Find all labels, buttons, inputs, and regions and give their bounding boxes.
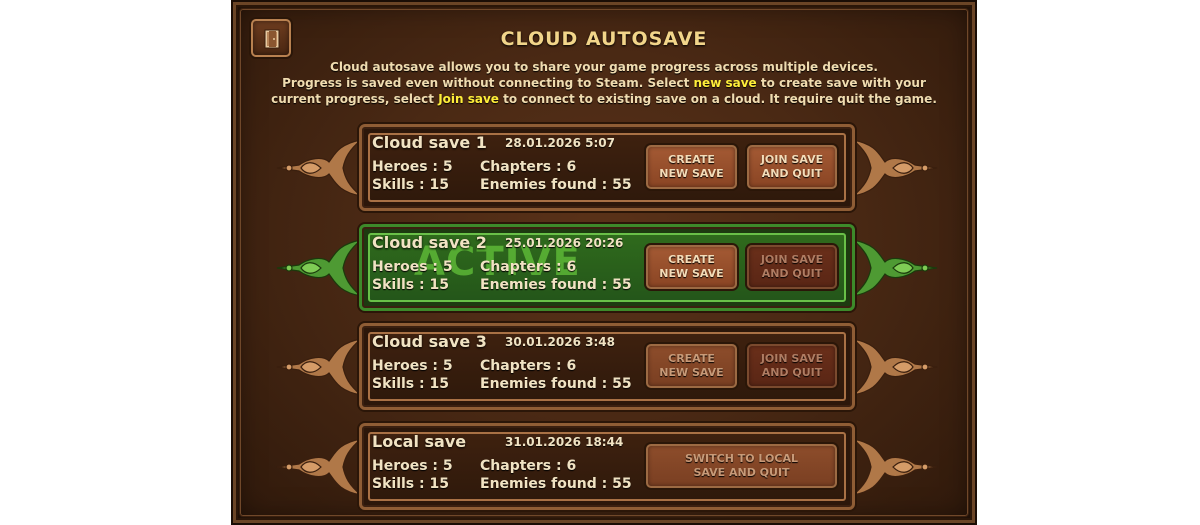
enemies-stat: Enemies found : 55 <box>480 476 632 492</box>
description-line-1: Cloud autosave allows you to share your … <box>330 60 878 74</box>
ornament-right-icon <box>850 438 938 496</box>
ornament-left-icon <box>276 139 364 197</box>
join-save-button[interactable]: JOIN SAVE AND QUIT <box>747 344 837 388</box>
join-save-highlight: Join save <box>438 92 499 106</box>
ornament-left-icon <box>276 338 364 396</box>
heroes-stat: Heroes : 5 <box>372 458 453 474</box>
chapters-stat: Chapters : 6 <box>480 358 577 374</box>
save-date: 25.01.2026 20:26 <box>505 236 624 250</box>
ornament-right-icon <box>850 338 938 396</box>
save-slot-3: Cloud save 3 30.01.2026 3:48 Heroes : 5 … <box>276 323 938 410</box>
new-save-highlight: new save <box>693 76 757 90</box>
save-name: Local save <box>372 432 467 451</box>
enemies-stat: Enemies found : 55 <box>480 177 632 193</box>
ornament-left-icon <box>276 239 364 297</box>
ornament-right-icon <box>850 239 938 297</box>
chapters-stat: Chapters : 6 <box>480 458 577 474</box>
chapters-stat: Chapters : 6 <box>480 159 577 175</box>
skills-stat: Skills : 15 <box>372 177 449 193</box>
create-new-save-button[interactable]: CREATE NEW SAVE <box>646 245 737 289</box>
join-save-button[interactable]: JOIN SAVE AND QUIT <box>747 145 837 189</box>
chapters-stat: Chapters : 6 <box>480 259 577 275</box>
save-date: 31.01.2026 18:44 <box>505 435 624 449</box>
save-slot-1: Cloud save 1 28.01.2026 5:07 Heroes : 5 … <box>276 124 938 211</box>
description-text: Cloud autosave allows you to share your … <box>253 59 955 107</box>
create-new-save-button[interactable]: CREATE NEW SAVE <box>646 145 737 189</box>
save-slot-2: ACTIVE Cloud save 2 25.01.2026 20:26 Her… <box>276 224 938 311</box>
page-title: CLOUD AUTOSAVE <box>500 28 708 50</box>
skills-stat: Skills : 15 <box>372 277 449 293</box>
cloud-autosave-panel: CLOUD AUTOSAVE Cloud autosave allows you… <box>231 0 977 525</box>
save-name: Cloud save 3 <box>372 332 487 351</box>
heroes-stat: Heroes : 5 <box>372 159 453 175</box>
description-line-2: Progress is saved even without connectin… <box>282 76 926 90</box>
skills-stat: Skills : 15 <box>372 376 449 392</box>
create-new-save-button[interactable]: CREATE NEW SAVE <box>646 344 737 388</box>
save-date: 30.01.2026 3:48 <box>505 335 615 349</box>
save-name: Cloud save 1 <box>372 133 487 152</box>
switch-to-local-save-button[interactable]: SWITCH TO LOCAL SAVE AND QUIT <box>646 444 837 488</box>
save-name: Cloud save 2 <box>372 233 487 252</box>
description-line-3: current progress, select Join save to co… <box>271 92 937 106</box>
enemies-stat: Enemies found : 55 <box>480 277 632 293</box>
save-date: 28.01.2026 5:07 <box>505 136 615 150</box>
heroes-stat: Heroes : 5 <box>372 259 453 275</box>
local-save-slot: Local save 31.01.2026 18:44 Heroes : 5 S… <box>276 423 938 510</box>
skills-stat: Skills : 15 <box>372 476 449 492</box>
ornament-right-icon <box>850 139 938 197</box>
join-save-button[interactable]: JOIN SAVE AND QUIT <box>747 245 837 289</box>
ornament-left-icon <box>276 438 364 496</box>
enemies-stat: Enemies found : 55 <box>480 376 632 392</box>
heroes-stat: Heroes : 5 <box>372 358 453 374</box>
